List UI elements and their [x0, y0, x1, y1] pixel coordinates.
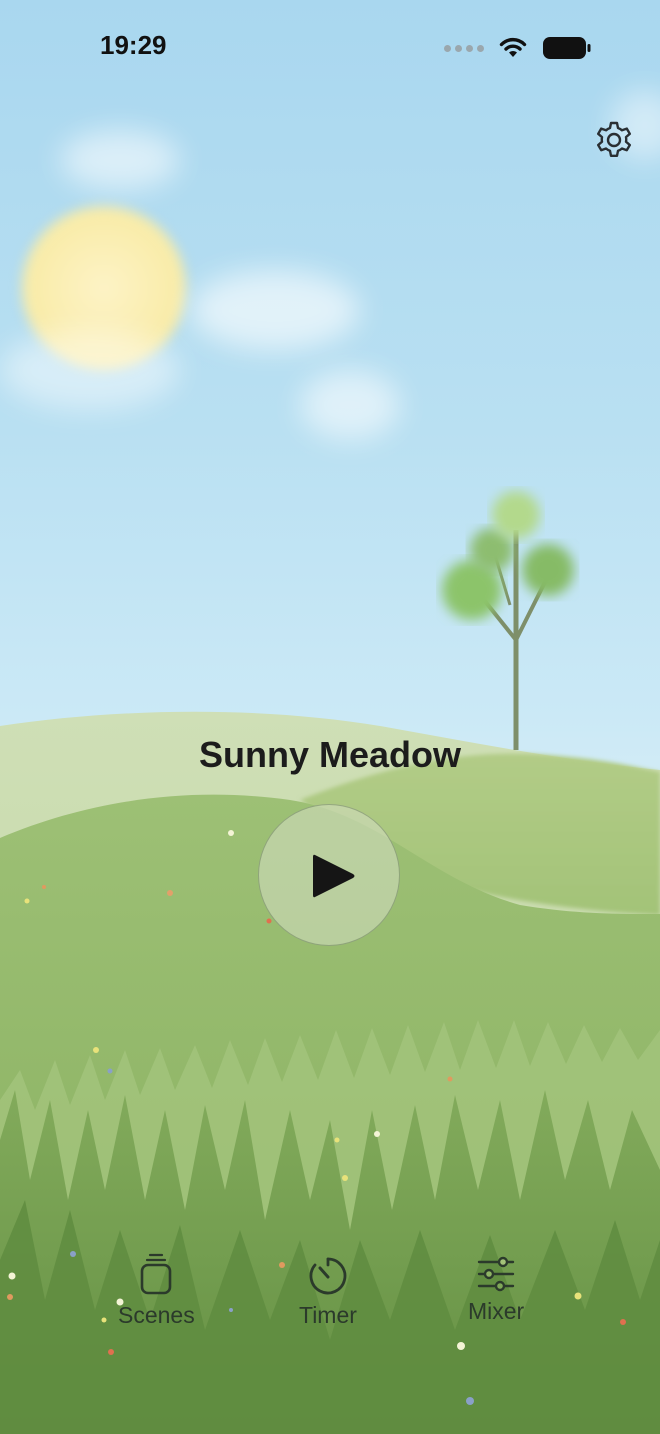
timer-icon	[309, 1257, 347, 1295]
meadow-scene-screen: 19:29 Sunny Meadow Scenes Timer Mixer	[0, 0, 660, 1434]
tab-scenes[interactable]: Scenes	[118, 1252, 195, 1329]
meadow-landscape	[0, 491, 660, 1434]
tree	[442, 491, 574, 750]
scene-title: Sunny Meadow	[198, 734, 462, 775]
status-indicators	[444, 36, 592, 60]
battery-icon	[543, 37, 591, 59]
tab-mixer[interactable]: Mixer	[468, 1256, 524, 1325]
tab-timer[interactable]: Timer	[299, 1256, 357, 1329]
gear-icon[interactable]	[594, 120, 634, 160]
mixer-icon	[477, 1256, 515, 1292]
scenes-icon	[141, 1253, 172, 1295]
play-icon	[313, 854, 355, 898]
tab-scenes-label: Scenes	[118, 1302, 195, 1328]
status-time: 19:29	[100, 30, 167, 60]
cellular-signal-icon	[444, 44, 484, 52]
tab-timer-label: Timer	[299, 1302, 357, 1328]
tab-mixer-label: Mixer	[468, 1298, 525, 1324]
play-button[interactable]	[258, 804, 400, 946]
wifi-icon	[499, 37, 527, 57]
